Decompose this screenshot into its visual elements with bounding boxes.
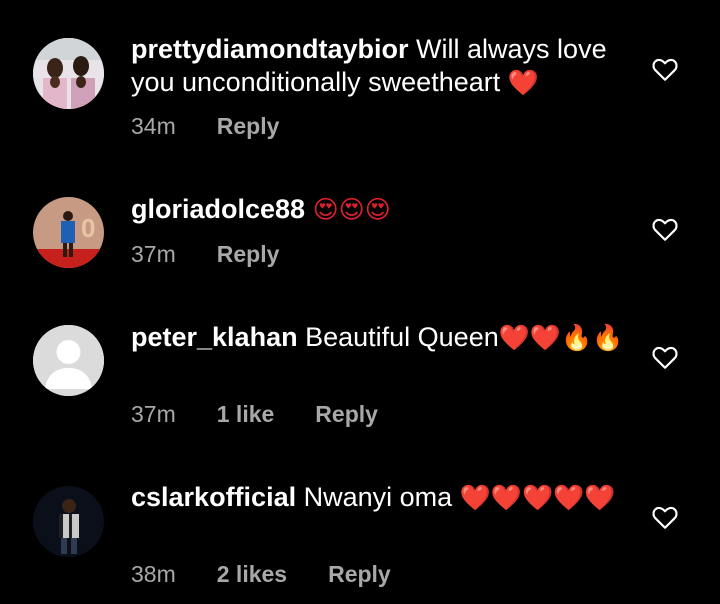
heart-eyes-emoji: 😍😍😍 xyxy=(312,195,391,224)
comment-meta: 37m 1 like Reply xyxy=(131,401,419,428)
heart-outline-icon[interactable] xyxy=(652,346,678,370)
avatar[interactable] xyxy=(33,38,104,109)
heart-emoji: ❤️ xyxy=(507,68,539,97)
svg-text:0: 0 xyxy=(81,213,95,243)
comment-body: Nwanyi oma xyxy=(303,482,453,512)
hearts-emoji: ❤️❤️❤️❤️❤️ xyxy=(459,483,616,512)
username-link[interactable]: peter_klahan xyxy=(131,322,298,352)
avatar[interactable]: 0 xyxy=(33,197,104,268)
timestamp: 37m xyxy=(131,241,176,267)
username-link[interactable]: gloriadolce88 xyxy=(131,194,305,224)
username-link[interactable]: prettydiamondtaybior xyxy=(131,34,409,64)
comment-text: gloriadolce88 😍😍😍 xyxy=(131,193,631,226)
reply-button[interactable]: Reply xyxy=(217,241,280,268)
avatar[interactable] xyxy=(33,486,104,557)
reply-button[interactable]: Reply xyxy=(328,561,391,588)
heart-outline-icon[interactable] xyxy=(652,218,678,242)
timestamp: 38m xyxy=(131,561,176,587)
likes-count[interactable]: 1 like xyxy=(217,401,275,428)
username-link[interactable]: cslarkofficial xyxy=(131,482,296,512)
avatar[interactable] xyxy=(33,325,104,396)
comment-meta: 38m 2 likes Reply xyxy=(131,561,432,588)
timestamp: 37m xyxy=(131,401,176,427)
heart-outline-icon[interactable] xyxy=(652,506,678,530)
comment-text: peter_klahan Beautiful Queen❤️❤️🔥🔥 xyxy=(131,321,631,354)
comment-text: cslarkofficial Nwanyi oma ❤️❤️❤️❤️❤️ xyxy=(131,481,631,514)
comment-body: Beautiful Queen xyxy=(305,322,499,352)
comment-meta: 34m Reply xyxy=(131,113,320,140)
heart-outline-icon[interactable] xyxy=(652,58,678,82)
comment-text: prettydiamondtaybior Will always love yo… xyxy=(131,33,631,99)
comment-meta: 37m Reply xyxy=(131,241,320,268)
timestamp: 34m xyxy=(131,113,176,139)
heart-fire-emoji: ❤️❤️🔥🔥 xyxy=(498,323,624,352)
reply-button[interactable]: Reply xyxy=(315,401,378,428)
likes-count[interactable]: 2 likes xyxy=(217,561,287,588)
reply-button[interactable]: Reply xyxy=(217,113,280,140)
